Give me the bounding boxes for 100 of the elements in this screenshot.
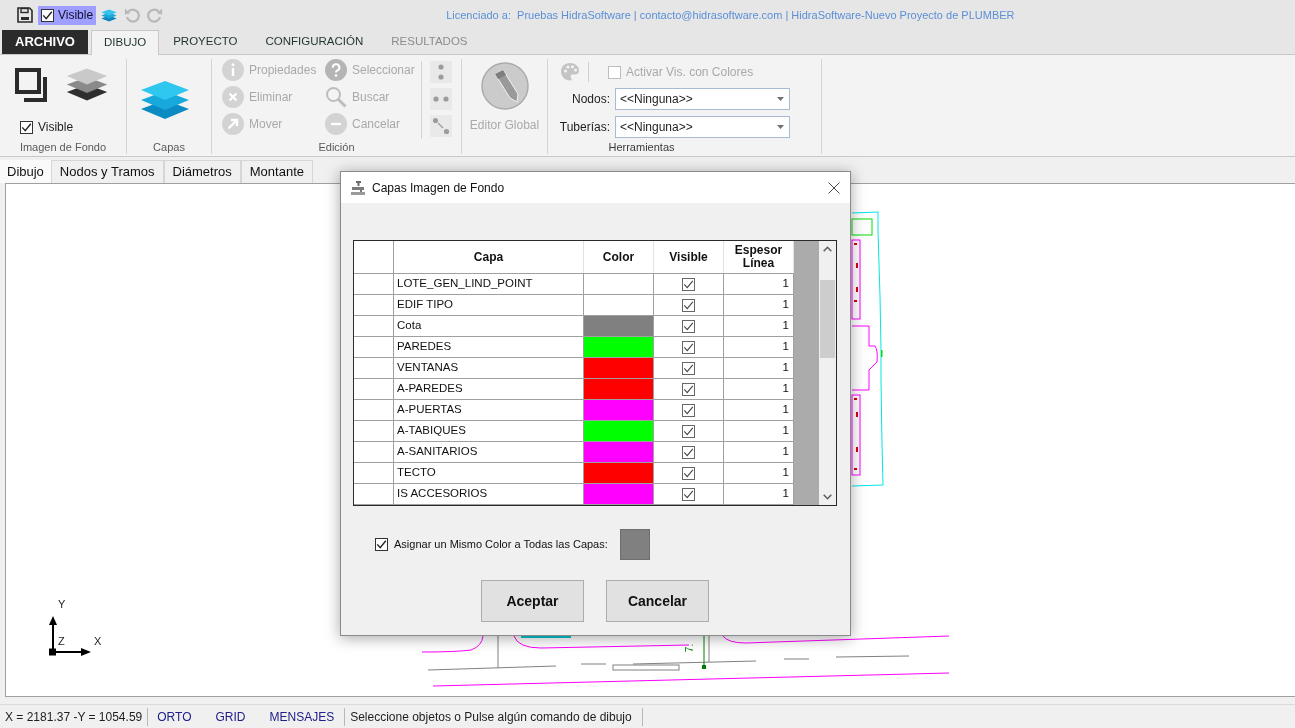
save-icon[interactable] [17, 7, 33, 23]
color-swatch-icon[interactable] [584, 442, 653, 462]
scrollbar-thumb[interactable] [820, 280, 835, 358]
y-axis-arrow-icon [49, 616, 57, 652]
color-swatch-icon[interactable] [584, 400, 653, 420]
status-toggle[interactable]: ORTO [157, 707, 192, 726]
status-message: Seleccione objetos o Pulse algún comando de dibujo [350, 708, 632, 726]
color-swatch-icon[interactable] [584, 484, 653, 504]
checkbox[interactable] [682, 382, 695, 396]
search-icon [325, 86, 347, 108]
table-cell-text: VENTANAS [397, 360, 459, 376]
field-label: Nodos: [571, 91, 610, 108]
checkbox[interactable] [682, 403, 695, 417]
dimension-label: 7. [685, 643, 696, 653]
file-tab[interactable]: ARCHIVO [2, 30, 88, 54]
pencil-circle-icon [480, 62, 529, 110]
chevron-up-icon[interactable] [823, 246, 832, 252]
checkbox[interactable] [41, 8, 54, 22]
table-cell-text: A-PAREDES [397, 381, 463, 397]
column-header[interactable]: Capa [473, 250, 504, 264]
dropdown[interactable]: <<Ninguna>> [615, 88, 790, 110]
table-cell-text: IS ACCESORIOS [397, 486, 488, 502]
checkbox[interactable] [682, 340, 695, 354]
dropdown[interactable]: <<Ninguna>> [615, 116, 790, 138]
table-cell-text: EDIF TIPO [397, 297, 454, 313]
caret-icon [777, 97, 784, 101]
x-axis-arrow-icon [49, 648, 91, 656]
document-tab[interactable]: Diámetros [163, 160, 241, 183]
table-cell-text: Cota [397, 318, 422, 334]
checkbox[interactable] [20, 120, 33, 134]
color-swatch-icon[interactable] [584, 337, 653, 357]
table-cell-text: A-PUERTAS [397, 402, 462, 418]
chevron-down-icon[interactable] [823, 494, 832, 500]
checkbox[interactable] [682, 277, 695, 291]
color-swatch-icon[interactable] [584, 463, 653, 483]
vertical-dots-icon[interactable] [430, 61, 452, 83]
close-icon[interactable] [828, 181, 840, 194]
checkbox[interactable] [682, 487, 695, 501]
info-icon [222, 59, 244, 81]
document-tab[interactable]: Montante [240, 160, 313, 183]
scrollbar[interactable] [819, 241, 836, 505]
checkbox[interactable] [682, 445, 695, 459]
table-cell-text: A-TABIQUES [397, 423, 466, 439]
checkbox[interactable] [682, 319, 695, 333]
document-tab[interactable]: Nodos y Tramos [50, 160, 164, 183]
table-cell-text: TECTO [397, 465, 436, 481]
color-swatch-icon[interactable] [584, 316, 653, 336]
document-tab[interactable]: Dibujo [0, 160, 51, 183]
checkbox[interactable] [375, 538, 388, 551]
table-cell-text: 1 [782, 465, 789, 481]
color-swatch-icon[interactable] [584, 358, 653, 378]
checkbox[interactable] [682, 361, 695, 375]
horizontal-dots-icon[interactable] [430, 88, 452, 110]
coordinates-text: X = 2181.37 -Y = 1054.59 [5, 708, 143, 726]
status-toggle[interactable]: GRID [215, 707, 246, 726]
checkbox-label: Visible [38, 119, 74, 136]
ribbon-tab[interactable]: CONFIGURACIÓN [251, 30, 378, 54]
checkbox[interactable] [682, 466, 695, 480]
faucet-icon [350, 179, 366, 196]
table-cell-text: 1 [782, 276, 789, 292]
dialog-button[interactable]: Aceptar [481, 580, 584, 622]
x-circle-icon [222, 86, 244, 108]
checkbox[interactable] [682, 424, 695, 438]
column-header[interactable]: Visible [669, 250, 708, 264]
table-cell-text: 1 [782, 423, 789, 439]
color-swatch-icon[interactable] [619, 529, 650, 560]
arrow-circle-icon [222, 113, 244, 135]
color-swatch-icon[interactable] [584, 379, 653, 399]
group-label: Imagen de Fondo [18, 140, 108, 154]
table-cell-text: PAREDES [397, 339, 452, 355]
dialog-button[interactable]: Cancelar [606, 580, 709, 622]
checkbox[interactable] [682, 298, 695, 312]
column-header[interactable]: Color [602, 250, 635, 264]
axis-label: Y [58, 598, 66, 610]
group-label: Edición [317, 140, 356, 154]
minus-circle-icon [325, 113, 347, 135]
checkbox-label: Asignar un Mismo Color a Todas las Capas: [394, 537, 608, 553]
squares-icon[interactable] [15, 68, 50, 103]
group-label: Herramientas [607, 140, 676, 154]
diagonal-dots-icon[interactable] [430, 115, 452, 137]
table-cell-text: A-SANITARIOS [397, 444, 478, 460]
table-cell-text: 1 [782, 381, 789, 397]
axis-label: Z [58, 635, 65, 647]
layers-icon[interactable] [66, 66, 108, 103]
caret-icon [777, 125, 784, 129]
ribbon-tab[interactable]: PROYECTO [159, 30, 252, 54]
visible-toggle[interactable]: Visible [38, 5, 97, 25]
table-cell-text: LOTE_GEN_LIND_POINT [397, 276, 533, 292]
ribbon-tab[interactable]: DIBUJO [91, 30, 160, 55]
table-cell-text: 1 [782, 402, 789, 418]
color-swatch-icon[interactable] [584, 421, 653, 441]
group-label: Capas [152, 140, 186, 154]
table-cell-text: 1 [782, 339, 789, 355]
field-label: Tuberías: [559, 119, 610, 136]
table-cell-text: 1 [782, 318, 789, 334]
help-icon [325, 59, 347, 81]
table-cell-text: 1 [782, 297, 789, 313]
status-toggle[interactable]: MENSAJES [269, 707, 335, 726]
column-header[interactable]: Espesor Línea [726, 244, 791, 270]
window-title: Licenciado a: Pruebas HidraSoftware | contacto@hidrasoftware.com | HidraSoftware-Nuevo Proyecto de PLUMBER [446, 7, 1015, 23]
